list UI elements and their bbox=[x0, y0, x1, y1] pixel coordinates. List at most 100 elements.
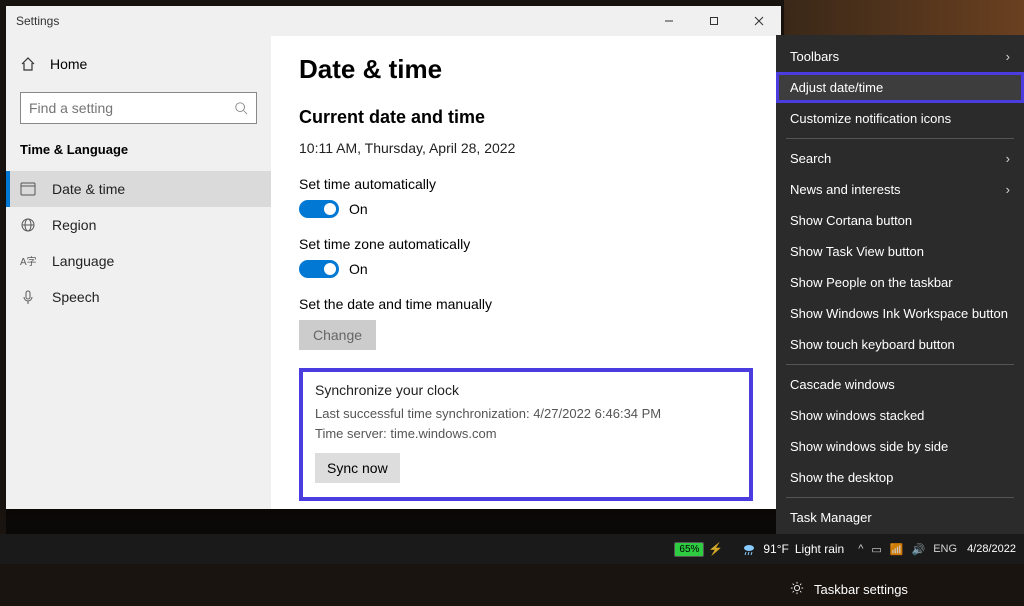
nav-language[interactable]: A字 Language bbox=[6, 243, 271, 279]
sync-server: Time server: time.windows.com bbox=[315, 424, 737, 444]
settings-window: Settings Home Time & Language Date & tim… bbox=[6, 6, 781, 509]
tray-volume-icon[interactable]: 🔊 bbox=[912, 543, 926, 556]
sync-clock-section: Synchronize your clock Last successful t… bbox=[299, 368, 753, 501]
minimize-button[interactable] bbox=[646, 6, 691, 36]
menu-item-label: Show windows side by side bbox=[790, 439, 948, 454]
nav-speech[interactable]: Speech bbox=[6, 279, 271, 315]
set-tz-auto-toggle[interactable] bbox=[299, 260, 339, 278]
chevron-right-icon: › bbox=[1006, 182, 1010, 197]
weather-cond: Light rain bbox=[795, 542, 844, 556]
home-nav[interactable]: Home bbox=[6, 50, 271, 78]
taskbar-date: 4/28/2022 bbox=[967, 543, 1016, 555]
menu-item-label: Show Windows Ink Workspace button bbox=[790, 306, 1008, 321]
desktop-background-fragment bbox=[784, 0, 1024, 35]
menu-item-label: Show touch keyboard button bbox=[790, 337, 955, 352]
menu-item-toolbars[interactable]: Toolbars › bbox=[776, 41, 1024, 72]
menu-item-show-task-view-button[interactable]: Show Task View button bbox=[776, 236, 1024, 267]
menu-item-show-windows-side-by-side[interactable]: Show windows side by side bbox=[776, 431, 1024, 462]
charging-icon: ⚡ bbox=[708, 542, 723, 556]
maximize-button[interactable] bbox=[691, 6, 736, 36]
menu-item-show-windows-ink-workspace-button[interactable]: Show Windows Ink Workspace button bbox=[776, 298, 1024, 329]
menu-item-label: Show the desktop bbox=[790, 470, 893, 485]
set-time-auto-label: Set time automatically bbox=[299, 176, 753, 192]
menu-item-customize-notification-icons[interactable]: Customize notification icons bbox=[776, 103, 1024, 134]
menu-item-label: Task Manager bbox=[790, 510, 872, 525]
system-tray[interactable]: ^ ▭ 📶 🔊 ENG bbox=[858, 543, 957, 556]
menu-item-news-and-interests[interactable]: News and interests › bbox=[776, 174, 1024, 205]
window-titlebar: Settings bbox=[6, 6, 781, 36]
microphone-icon bbox=[20, 289, 36, 305]
menu-item-taskbar-settings[interactable]: Taskbar settings bbox=[776, 573, 1024, 606]
current-datetime-heading: Current date and time bbox=[299, 107, 753, 128]
taskbar-context-menu: Toolbars › Adjust date/time Customize notif… bbox=[776, 35, 1024, 564]
menu-item-label: Customize notification icons bbox=[790, 111, 951, 126]
menu-item-show-touch-keyboard-button[interactable]: Show touch keyboard button bbox=[776, 329, 1024, 360]
menu-item-task-manager[interactable]: Task Manager bbox=[776, 502, 1024, 533]
tray-lang[interactable]: ENG bbox=[933, 543, 957, 555]
rain-icon bbox=[741, 541, 757, 557]
page-title: Date & time bbox=[299, 54, 753, 85]
menu-item-show-windows-stacked[interactable]: Show windows stacked bbox=[776, 400, 1024, 431]
gear-icon bbox=[790, 581, 804, 598]
nav-region[interactable]: Region bbox=[6, 207, 271, 243]
tray-chevron-icon[interactable]: ^ bbox=[858, 543, 863, 555]
menu-separator bbox=[786, 138, 1014, 139]
set-time-auto-toggle[interactable] bbox=[299, 200, 339, 218]
tray-icon[interactable]: ▭ bbox=[871, 543, 881, 556]
home-icon bbox=[20, 56, 36, 72]
menu-item-label: Adjust date/time bbox=[790, 80, 883, 95]
nav-label: Date & time bbox=[52, 181, 125, 197]
nav-label: Language bbox=[52, 253, 114, 269]
nav-label: Speech bbox=[52, 289, 99, 305]
tray-wifi-icon[interactable]: 📶 bbox=[890, 543, 904, 556]
set-time-auto-state: On bbox=[349, 201, 368, 217]
set-tz-auto-label: Set time zone automatically bbox=[299, 236, 753, 252]
menu-item-show-the-desktop[interactable]: Show the desktop bbox=[776, 462, 1024, 493]
menu-item-label: Show Task View button bbox=[790, 244, 924, 259]
chevron-right-icon: › bbox=[1006, 49, 1010, 64]
change-button[interactable]: Change bbox=[299, 320, 376, 350]
set-tz-auto-state: On bbox=[349, 261, 368, 277]
search-input[interactable] bbox=[29, 100, 234, 116]
settings-sidebar: Home Time & Language Date & time Region … bbox=[6, 36, 271, 509]
weather-widget[interactable]: 91°F Light rain bbox=[741, 541, 844, 557]
menu-item-label: Show Cortana button bbox=[790, 213, 912, 228]
menu-separator bbox=[786, 364, 1014, 365]
chevron-right-icon: › bbox=[1006, 151, 1010, 166]
menu-item-label: Search bbox=[790, 151, 831, 166]
calendar-clock-icon bbox=[20, 181, 36, 197]
menu-item-adjust-date-time[interactable]: Adjust date/time bbox=[776, 72, 1024, 103]
nav-date-time[interactable]: Date & time bbox=[6, 171, 271, 207]
window-title: Settings bbox=[16, 14, 646, 28]
menu-item-show-cortana-button[interactable]: Show Cortana button bbox=[776, 205, 1024, 236]
sync-heading: Synchronize your clock bbox=[315, 382, 737, 398]
menu-item-cascade-windows[interactable]: Cascade windows bbox=[776, 369, 1024, 400]
menu-item-label: Show People on the taskbar bbox=[790, 275, 953, 290]
globe-icon bbox=[20, 217, 36, 233]
svg-text:A字: A字 bbox=[20, 255, 36, 268]
weather-temp: 91°F bbox=[763, 542, 788, 556]
menu-item-label: Show windows stacked bbox=[790, 408, 924, 423]
search-box[interactable] bbox=[20, 92, 257, 124]
menu-item-label: Cascade windows bbox=[790, 377, 895, 392]
close-button[interactable] bbox=[736, 6, 781, 36]
home-label: Home bbox=[50, 56, 87, 72]
search-icon bbox=[234, 101, 248, 115]
menu-item-label: News and interests bbox=[790, 182, 901, 197]
current-datetime-value: 10:11 AM, Thursday, April 28, 2022 bbox=[299, 140, 753, 156]
battery-indicator[interactable]: 65% bbox=[674, 542, 704, 557]
nav-label: Region bbox=[52, 217, 96, 233]
menu-item-show-people-on-the-taskbar[interactable]: Show People on the taskbar bbox=[776, 267, 1024, 298]
sync-now-button[interactable]: Sync now bbox=[315, 453, 400, 483]
menu-separator bbox=[786, 497, 1014, 498]
menu-item-label: Taskbar settings bbox=[814, 582, 908, 597]
menu-item-label: Toolbars bbox=[790, 49, 839, 64]
taskbar[interactable]: 65% ⚡ 91°F Light rain ^ ▭ 📶 🔊 ENG 4/28/2… bbox=[0, 534, 1024, 564]
taskbar-clock[interactable]: 4/28/2022 bbox=[967, 543, 1016, 555]
settings-content: Date & time Current date and time 10:11 … bbox=[271, 36, 781, 509]
section-header: Time & Language bbox=[6, 142, 271, 171]
menu-item-search[interactable]: Search › bbox=[776, 143, 1024, 174]
language-icon: A字 bbox=[20, 253, 36, 269]
set-manual-label: Set the date and time manually bbox=[299, 296, 753, 312]
sync-last: Last successful time synchronization: 4/… bbox=[315, 404, 737, 424]
